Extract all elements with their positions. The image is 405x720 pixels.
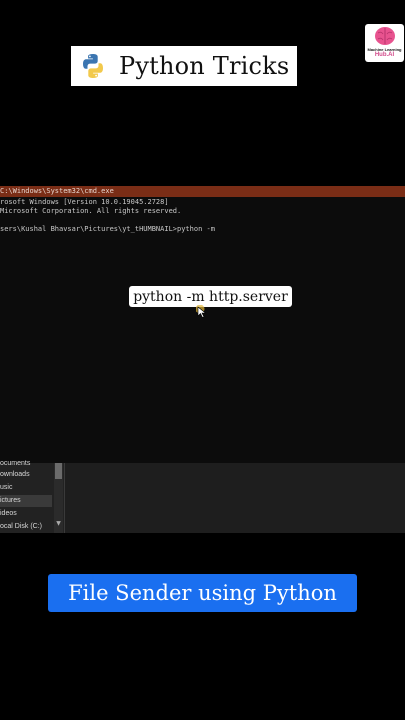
cmd-window-title: C:\Windows\System32\cmd.exe	[0, 187, 114, 195]
sidebar-item-local-disk[interactable]: ocal Disk (C:)	[0, 521, 52, 533]
caption-banner: File Sender using Python	[48, 574, 357, 612]
sidebar-item-videos[interactable]: ideos	[0, 508, 52, 520]
console-prompt-line: sers\Kushal Bhavsar\Pictures\yt_tHUMBNAI…	[0, 225, 215, 233]
sidebar-item-downloads[interactable]: ownloads	[0, 469, 52, 481]
divider	[64, 463, 65, 533]
command-callout: python -m http.server	[129, 286, 292, 307]
python-logo-icon	[83, 54, 103, 78]
mouse-cursor-icon	[196, 305, 207, 318]
console-line: Microsoft Corporation. All rights reserv…	[0, 207, 182, 215]
brand-suffix: Hub.AI	[374, 52, 395, 58]
sidebar-item-pictures[interactable]: ictures	[0, 495, 52, 507]
cmd-titlebar[interactable]: C:\Windows\System32\cmd.exe	[0, 186, 405, 197]
explorer-sidebar: ocuments ownloads usic ictures ideos oca…	[0, 460, 64, 533]
file-explorer-panel: ocuments ownloads usic ictures ideos oca…	[0, 460, 405, 533]
page-title: Python Tricks	[119, 52, 290, 80]
scrollbar-thumb[interactable]	[55, 463, 62, 479]
sidebar-item-music[interactable]: usic	[0, 482, 52, 494]
console-line: rosoft Windows [Version 10.0.19045.2728]	[0, 198, 169, 206]
brain-icon	[374, 27, 395, 45]
title-banner: Python Tricks	[71, 46, 297, 86]
cmd-console[interactable]: rosoft Windows [Version 10.0.19045.2728]…	[0, 197, 405, 463]
sidebar-scrollbar[interactable]: ▼	[54, 463, 63, 533]
chevron-down-icon[interactable]: ▼	[55, 520, 62, 528]
brand-badge: Machine Learning Hub.AI	[365, 24, 404, 62]
